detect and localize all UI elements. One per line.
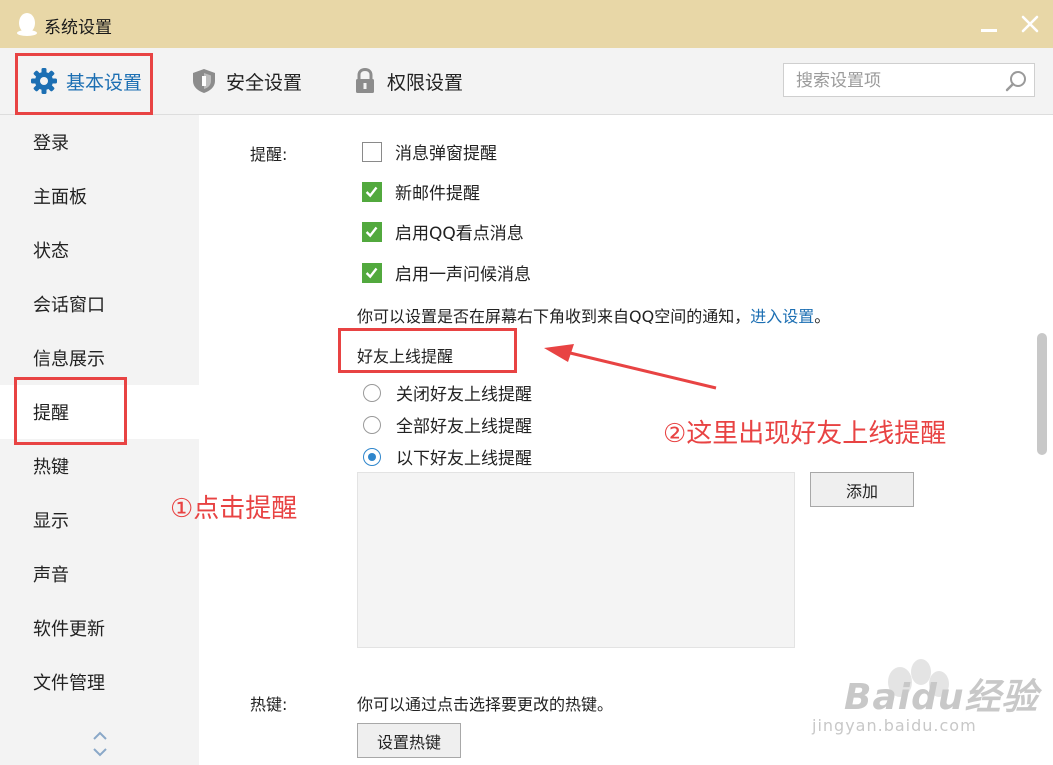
window-title: 系统设置	[44, 18, 112, 38]
reminder-label: 提醒:	[250, 145, 288, 164]
annotation-arrow-icon	[544, 344, 717, 390]
qzone-info-text: 你可以设置是否在屏幕右下角收到来自QQ空间的通知，进入设置。	[357, 307, 831, 326]
watermark-url: jingyan.baidu.com	[812, 716, 977, 735]
tab-basic-settings[interactable]: 基本设置	[30, 48, 142, 114]
minimize-icon[interactable]	[978, 14, 1000, 36]
watermark-brand: Baidu经验	[844, 677, 1039, 718]
sidebar-item-chat-window[interactable]: 会话窗口	[0, 277, 199, 331]
sidebar-scroll-arrows-icon[interactable]	[90, 727, 110, 761]
annotation-step1: ①点击提醒	[170, 494, 298, 524]
qq-penguin-icon	[17, 13, 37, 36]
checkbox-checked[interactable]	[362, 221, 382, 242]
friend-list-box[interactable]	[357, 472, 795, 648]
option-qq-kandian[interactable]: 启用QQ看点消息	[362, 219, 524, 244]
tab-security-settings[interactable]: 安全设置	[190, 48, 302, 114]
sidebar-item-status[interactable]: 状态	[0, 223, 199, 277]
radio-all-friend-online[interactable]: 全部好友上线提醒	[363, 412, 532, 437]
checkbox-checked[interactable]	[362, 262, 382, 283]
radio-selected-friend-online[interactable]: 以下好友上线提醒	[363, 444, 532, 469]
content-scrollbar[interactable]	[1037, 333, 1047, 455]
search-box	[783, 63, 1035, 97]
enter-settings-link[interactable]: 进入设置	[750, 307, 814, 326]
tab-label: 基本设置	[66, 71, 143, 94]
set-hotkey-button[interactable]: 设置热键	[357, 723, 461, 758]
search-input[interactable]	[794, 69, 998, 93]
option-message-popup[interactable]: 消息弹窗提醒	[362, 139, 497, 164]
tab-label: 安全设置	[226, 71, 303, 94]
tab-label: 权限设置	[387, 71, 464, 94]
shield-icon	[193, 69, 215, 93]
checkbox[interactable]	[362, 141, 382, 162]
sidebar-item-hotkey[interactable]: 热键	[0, 439, 199, 493]
annotation-step2: ②这里出现好友上线提醒	[663, 419, 947, 449]
hotkey-label: 热键:	[250, 695, 288, 714]
friend-online-title: 好友上线提醒	[357, 347, 454, 366]
radio-close-friend-online[interactable]: 关闭好友上线提醒	[363, 380, 532, 405]
option-new-mail[interactable]: 新邮件提醒	[362, 179, 480, 204]
sidebar-item-main-panel[interactable]: 主面板	[0, 169, 199, 223]
lock-icon	[356, 67, 374, 93]
checkmark-icon	[365, 267, 378, 278]
title-bar: 系统设置	[0, 0, 1053, 48]
sidebar-item-sound[interactable]: 声音	[0, 547, 199, 601]
checkmark-icon	[365, 226, 378, 237]
sidebar-item-reminder[interactable]: 提醒	[0, 385, 199, 439]
sidebar-item-login[interactable]: 登录	[0, 115, 199, 169]
gear-icon	[31, 68, 57, 94]
checkbox-checked[interactable]	[362, 181, 382, 202]
sidebar-item-file-management[interactable]: 文件管理	[0, 655, 199, 709]
sidebar-item-software-update[interactable]: 软件更新	[0, 601, 199, 655]
search-icon[interactable]	[1004, 69, 1028, 93]
add-friend-button[interactable]: 添加	[810, 472, 914, 507]
close-icon[interactable]	[1018, 12, 1042, 36]
hotkey-info-text: 你可以通过点击选择要更改的热键。	[357, 695, 614, 714]
tab-permission-settings[interactable]: 权限设置	[351, 48, 463, 114]
settings-toolbar: 基本设置 安全设置 权限设置	[0, 48, 1053, 115]
radio-button-checked[interactable]	[363, 447, 381, 466]
option-greeting-message[interactable]: 启用一声问候消息	[362, 260, 531, 285]
radio-button[interactable]	[363, 383, 381, 402]
sidebar-item-info-display[interactable]: 信息展示	[0, 331, 199, 385]
radio-button[interactable]	[363, 415, 381, 434]
settings-sidebar: 登录 主面板 状态 会话窗口 信息展示 提醒 热键 显示 声音 软件更新 文件管…	[0, 115, 199, 765]
checkmark-icon	[365, 186, 378, 197]
